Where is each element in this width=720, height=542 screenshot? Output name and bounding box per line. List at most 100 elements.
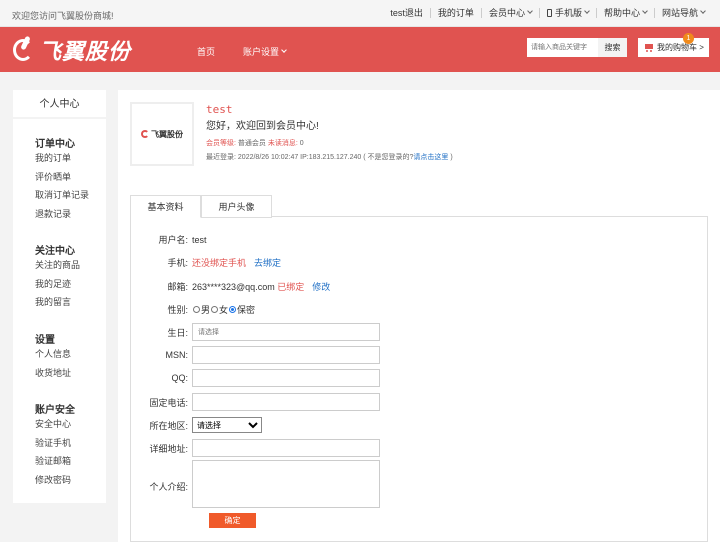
chevron-down-icon bbox=[281, 46, 287, 53]
gender-male-radio[interactable] bbox=[193, 306, 200, 313]
msn-label: MSN: bbox=[165, 350, 189, 360]
unread-label: 未读消息: bbox=[267, 140, 298, 147]
sidebar-group-settings: 设置 个人信息 收货地址 bbox=[35, 331, 71, 382]
avatar-logo: 飞翼股份 bbox=[141, 129, 183, 140]
top-bar: 欢迎您访问飞翼股份商城! test退出 我的订单 会员中心 手机版 帮助中心 网… bbox=[0, 0, 720, 27]
gender-female-label: 女 bbox=[219, 305, 229, 315]
cart-button[interactable]: 我的购物车 > 1 bbox=[638, 33, 709, 57]
member-meta: 会员等级: 普通会员 未读消息: 0 bbox=[206, 138, 304, 148]
birthday-input[interactable] bbox=[192, 323, 380, 341]
address-input[interactable] bbox=[192, 439, 380, 457]
level-value: 普通会员 bbox=[237, 140, 266, 147]
username-value: test bbox=[192, 234, 207, 245]
row-birthday: 生日: bbox=[118, 323, 696, 341]
sidebar-item-personal-info[interactable]: 个人信息 bbox=[35, 345, 71, 364]
welcome-text: 欢迎您访问飞翼股份商城! bbox=[12, 11, 114, 21]
phone-status: 还没绑定手机 bbox=[192, 258, 247, 268]
chevron-down-icon bbox=[642, 8, 648, 14]
chevron-down-icon bbox=[527, 8, 533, 14]
sidebar-item-change-password[interactable]: 修改密码 bbox=[35, 471, 75, 490]
cart-icon bbox=[644, 43, 654, 52]
sidebar-group-heading: 账户安全 bbox=[35, 405, 75, 416]
row-msn: MSN: bbox=[118, 346, 696, 364]
search-button[interactable]: 搜索 bbox=[598, 38, 627, 57]
unread-value: 0 bbox=[299, 140, 304, 147]
gender-male-label: 男 bbox=[201, 305, 211, 315]
sidebar-group-heading: 订单中心 bbox=[35, 139, 75, 150]
site-nav-link[interactable]: 网站导航 bbox=[653, 8, 712, 18]
sidebar-item-verify-email[interactable]: 验证邮箱 bbox=[35, 452, 75, 471]
gender-secret-radio[interactable] bbox=[229, 306, 237, 313]
top-links: test退出 我的订单 会员中心 手机版 帮助中心 网站导航 bbox=[383, 8, 712, 18]
cart-count-badge: 1 bbox=[683, 33, 694, 44]
not-me-text: ( 不是您登录的? bbox=[363, 154, 414, 161]
level-label: 会员等级: bbox=[206, 140, 236, 147]
email-value: 263****323@qq.com bbox=[192, 281, 275, 292]
sidebar-group-heading: 关注中心 bbox=[35, 246, 75, 257]
tab-avatar[interactable]: 用户头像 bbox=[201, 195, 272, 218]
click-here-link[interactable]: 请点击这里 bbox=[413, 154, 448, 161]
search-box: 搜索 bbox=[527, 38, 627, 57]
tel-input[interactable] bbox=[192, 393, 380, 411]
tab-basic-info[interactable]: 基本资料 bbox=[130, 195, 201, 218]
help-center-label: 帮助中心 bbox=[603, 8, 640, 18]
search-input[interactable] bbox=[527, 38, 598, 57]
submit-button[interactable]: 确定 bbox=[209, 513, 256, 528]
greeting-text: 您好，欢迎回到会员中心! bbox=[206, 121, 319, 132]
header: 飞翼股份 首页 账户设置 搜索 我的购物车 > 1 bbox=[0, 27, 720, 72]
sidebar-title: 个人中心 bbox=[13, 90, 106, 119]
username-display: test bbox=[206, 103, 233, 116]
last-login: 最近登录: 2022/8/26 10:02:47 IP:183.215.127.… bbox=[206, 152, 453, 162]
nav-home[interactable]: 首页 bbox=[197, 45, 215, 58]
bind-phone-link[interactable]: 去绑定 bbox=[254, 256, 281, 269]
row-region: 所在地区: 请选择 bbox=[118, 417, 696, 433]
sidebar-item-followed-products[interactable]: 关注的商品 bbox=[35, 256, 80, 275]
sidebar-group-heading: 设置 bbox=[35, 335, 55, 346]
mobile-link[interactable]: 手机版 bbox=[538, 8, 596, 18]
chevron-down-icon bbox=[700, 8, 706, 14]
nav-account-settings[interactable]: 账户设置 bbox=[243, 45, 287, 58]
gender-secret-label: 保密 bbox=[237, 305, 256, 315]
last-login-value: 2022/8/26 10:02:47 IP:183.215.127.240 bbox=[237, 154, 362, 161]
qq-input[interactable] bbox=[192, 369, 380, 387]
row-tel: 固定电话: bbox=[118, 393, 696, 411]
logo-icon bbox=[141, 130, 149, 138]
avatar: 飞翼股份 bbox=[130, 102, 194, 166]
msn-input[interactable] bbox=[192, 346, 380, 364]
sidebar-item-footprints[interactable]: 我的足迹 bbox=[35, 275, 80, 294]
nav-account-settings-label: 账户设置 bbox=[243, 47, 280, 57]
intro-label: 个人介绍: bbox=[149, 482, 188, 492]
site-nav-label: 网站导航 bbox=[661, 8, 698, 18]
logout-link[interactable]: test退出 bbox=[383, 8, 430, 18]
my-orders-link[interactable]: 我的订单 bbox=[429, 8, 481, 18]
email-label: 邮箱: bbox=[167, 282, 188, 292]
sidebar-item-shipping-address[interactable]: 收货地址 bbox=[35, 364, 71, 383]
edit-email-link[interactable]: 修改 bbox=[312, 280, 330, 293]
member-center-link[interactable]: 会员中心 bbox=[480, 8, 539, 18]
tel-label: 固定电话: bbox=[149, 397, 188, 408]
avatar-logo-text: 飞翼股份 bbox=[151, 129, 183, 139]
cart-label: 我的购物车 > bbox=[657, 43, 704, 52]
sidebar: 个人中心 订单中心 我的订单 评价晒单 取消订单记录 退款记录 关注中心 关注的… bbox=[13, 90, 106, 503]
sidebar-item-refunds[interactable]: 退款记录 bbox=[35, 205, 89, 224]
gender-female-radio[interactable] bbox=[211, 306, 219, 313]
main-nav: 首页 账户设置 bbox=[197, 45, 314, 58]
sidebar-item-verify-phone[interactable]: 验证手机 bbox=[35, 434, 75, 453]
site-logo[interactable]: 飞翼股份 bbox=[13, 34, 131, 66]
sidebar-item-my-orders[interactable]: 我的订单 bbox=[35, 149, 89, 168]
sidebar-item-cancelled-orders[interactable]: 取消订单记录 bbox=[35, 186, 89, 205]
logo-icon bbox=[13, 35, 37, 64]
sidebar-item-security-center[interactable]: 安全中心 bbox=[35, 415, 75, 434]
sidebar-group-follow: 关注中心 关注的商品 我的足迹 我的留言 bbox=[35, 242, 80, 312]
username-label: 用户名: bbox=[158, 235, 188, 245]
last-login-label: 最近登录: bbox=[206, 154, 236, 161]
birthday-label: 生日: bbox=[167, 327, 188, 338]
sidebar-item-messages[interactable]: 我的留言 bbox=[35, 293, 80, 312]
sidebar-item-reviews[interactable]: 评价晒单 bbox=[35, 168, 89, 187]
sidebar-group-security: 账户安全 安全中心 验证手机 验证邮箱 修改密码 bbox=[35, 401, 75, 489]
intro-textarea[interactable] bbox=[192, 460, 380, 508]
help-center-link[interactable]: 帮助中心 bbox=[595, 8, 654, 18]
region-select[interactable]: 请选择 bbox=[192, 417, 262, 433]
main-panel: 飞翼股份 test 您好，欢迎回到会员中心! 会员等级: 普通会员 未读消息: … bbox=[118, 90, 720, 542]
region-label: 所在地区: bbox=[149, 420, 188, 431]
